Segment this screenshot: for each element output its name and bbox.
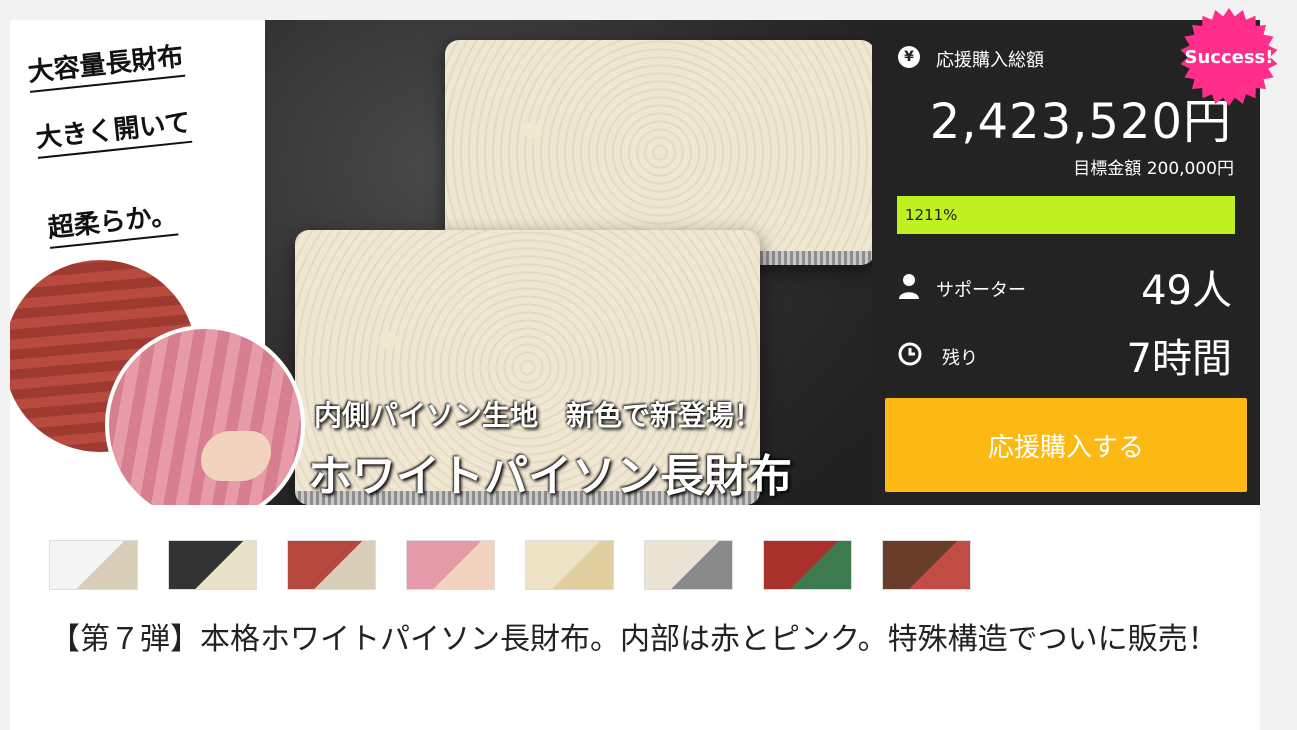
hero-tagline-1: 大容量長財布 [25, 35, 186, 93]
progress-fill: 1211% [897, 196, 1235, 234]
person-icon [898, 273, 920, 299]
thumbnail-2[interactable] [168, 540, 257, 590]
goal-amount: 目標金額 200,000円 [1073, 159, 1234, 179]
remaining-time: 7時間 [1126, 336, 1232, 382]
thumbnail-6[interactable] [644, 540, 733, 590]
thumbnail-3[interactable] [287, 540, 376, 590]
hero-image[interactable]: 大容量長財布 大きく開いて 超柔らか。 内側パイソン生地 新色で新登場！ ホワイ… [10, 20, 872, 505]
support-purchase-button[interactable]: 応援購入する [885, 398, 1247, 492]
progress-bar: 1211% [897, 196, 1235, 234]
supporters-count: 49人 [1141, 268, 1232, 314]
hero-tagline-2: 大きく開いて [33, 101, 193, 159]
clock-icon [898, 342, 922, 366]
hero-caption-subtitle: 内側パイソン生地 新色で新登場！ [314, 399, 763, 432]
yen-icon: ¥ [898, 46, 920, 68]
thumbnail-1[interactable] [49, 540, 138, 590]
thumbnail-5[interactable] [525, 540, 614, 590]
success-badge: Success! [1178, 8, 1280, 106]
thumbnail-7[interactable] [763, 540, 852, 590]
success-badge-label: Success! [1184, 46, 1274, 68]
progress-label: 1211% [905, 206, 958, 224]
remaining-label: 残り [942, 348, 978, 369]
thumbnail-4[interactable] [406, 540, 495, 590]
hero-tagline-3: 超柔らか。 [45, 194, 179, 249]
project-title: 【第７弾】本格ホワイトパイソン長財布。内部は赤とピンク。特殊構造でついに販売！ [50, 622, 1218, 657]
hero-caption-title: ホワイトパイソン長財布 [308, 451, 792, 502]
supporters-label: サポーター [936, 280, 1026, 301]
thumbnail-8[interactable] [882, 540, 971, 590]
total-label: 応援購入総額 [936, 50, 1044, 71]
